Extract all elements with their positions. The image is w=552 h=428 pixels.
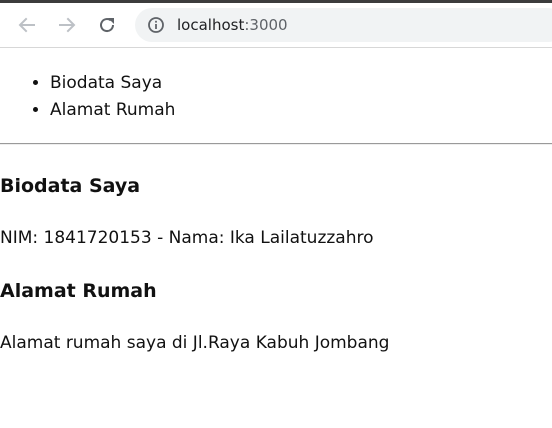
forward-button[interactable] bbox=[54, 12, 80, 38]
arrow-right-icon bbox=[59, 17, 76, 33]
url-text[interactable]: localhost:3000 bbox=[177, 16, 288, 34]
nav-link-biodata[interactable]: Biodata Saya bbox=[50, 73, 162, 93]
address-bar[interactable]: localhost:3000 bbox=[135, 8, 552, 42]
nav-item: Alamat Rumah bbox=[50, 97, 175, 124]
nav-link-alamat[interactable]: Alamat Rumah bbox=[50, 100, 175, 120]
url-host: localhost bbox=[177, 16, 245, 34]
section-heading-biodata: Biodata Saya bbox=[0, 175, 141, 197]
browser-toolbar: localhost:3000 bbox=[0, 3, 552, 48]
info-icon[interactable] bbox=[147, 16, 165, 34]
reload-icon bbox=[100, 18, 115, 33]
url-port: :3000 bbox=[244, 16, 288, 34]
arrow-left-icon bbox=[18, 17, 35, 33]
nav-item: Biodata Saya bbox=[50, 70, 175, 97]
section-heading-alamat: Alamat Rumah bbox=[0, 280, 157, 302]
section-text-alamat: Alamat rumah saya di Jl.Raya Kabuh Jomba… bbox=[0, 333, 390, 353]
divider bbox=[0, 143, 552, 145]
reload-button[interactable] bbox=[94, 12, 120, 38]
nav-list: Biodata Saya Alamat Rumah bbox=[26, 70, 175, 124]
section-text-biodata: NIM: 1841720153 - Nama: Ika Lailatuzzahr… bbox=[0, 228, 374, 248]
back-button[interactable] bbox=[14, 12, 40, 38]
page-content: Biodata Saya Alamat Rumah Biodata Saya N… bbox=[0, 48, 552, 428]
